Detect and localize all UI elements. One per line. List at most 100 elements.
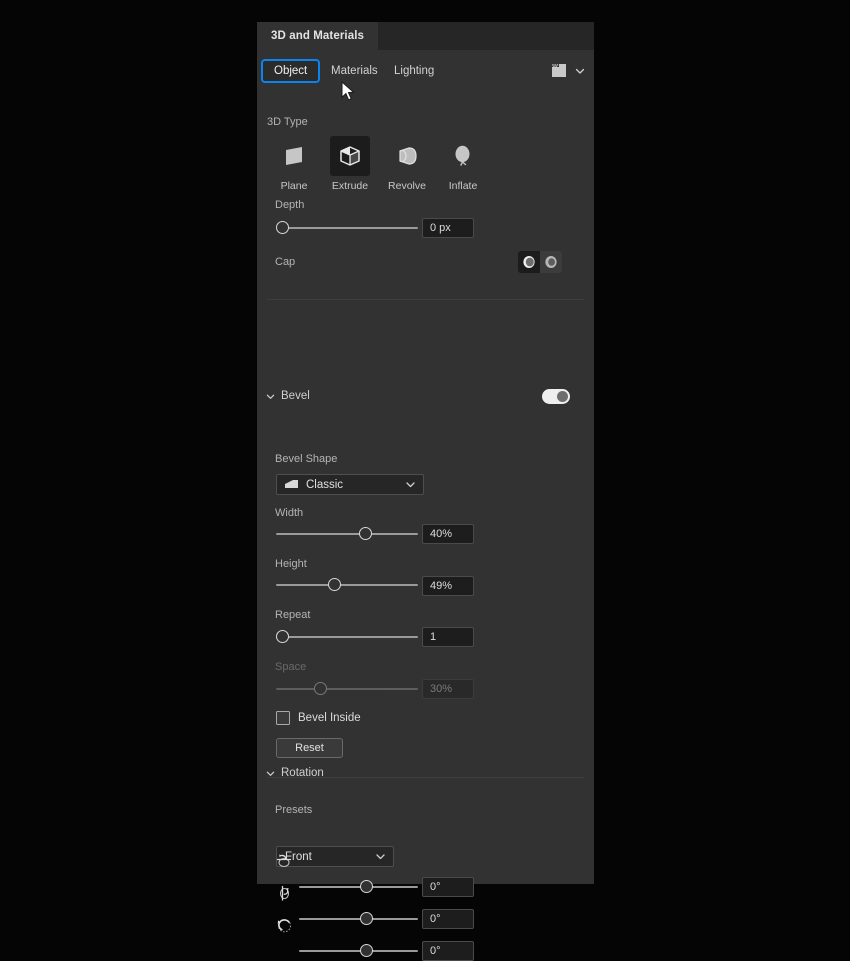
depth-slider-knob[interactable]	[276, 221, 289, 234]
3d-type-plane-button[interactable]	[274, 136, 314, 176]
rotation-z-value: 0°	[430, 945, 441, 957]
cap-hollow-button[interactable]	[540, 251, 562, 273]
tab-materials[interactable]: Materials	[327, 60, 382, 82]
bevel-repeat-label: Repeat	[275, 609, 311, 621]
cap-solid-icon	[523, 256, 535, 268]
rotation-y-value: 0°	[430, 913, 441, 925]
chevron-down-icon	[375, 851, 386, 862]
bevel-height-label: Height	[275, 558, 307, 570]
bevel-width-value: 40%	[430, 528, 453, 540]
bevel-shape-label: Bevel Shape	[275, 453, 338, 465]
bevel-width-label: Width	[275, 507, 304, 519]
rotation-z-input[interactable]: 0°	[422, 941, 474, 961]
bevel-shape-value: Classic	[306, 478, 344, 491]
cap-solid-button[interactable]	[518, 251, 540, 273]
bevel-title: Bevel	[281, 390, 310, 402]
bevel-inside-checkbox[interactable]	[276, 711, 290, 725]
rotation-x-value: 0°	[430, 881, 441, 893]
chevron-down-icon	[405, 479, 416, 490]
bevel-height-input[interactable]: 49%	[422, 576, 474, 596]
cap-button-group	[518, 251, 562, 273]
chevron-down-icon	[266, 771, 275, 776]
tab-lighting-label: Lighting	[394, 65, 435, 77]
rotation-z-slider-knob[interactable]	[360, 944, 373, 957]
revolve-icon	[399, 147, 417, 165]
rotation-x-input[interactable]: 0°	[422, 877, 474, 897]
depth-value-input[interactable]: 0 px	[422, 218, 474, 238]
bevel-space-slider	[276, 682, 418, 696]
rotation-y-slider-track	[299, 918, 418, 920]
bevel-height-slider-track	[276, 584, 418, 586]
rotation-presets-label: Presets	[275, 804, 313, 816]
rotation-y-input[interactable]: 0°	[422, 909, 474, 929]
rotation-z-slider[interactable]	[299, 944, 418, 958]
rotate-z-icon	[277, 919, 292, 933]
tab-materials-label: Materials	[331, 65, 378, 77]
3d-type-inflate-button[interactable]	[443, 136, 483, 176]
extrude-icon	[340, 146, 360, 166]
bevel-height-slider-knob[interactable]	[328, 578, 341, 591]
bevel-width-input[interactable]: 40%	[422, 524, 474, 544]
subtab-bar: Object Materials Lighting	[257, 50, 594, 90]
divider-object-bevel	[267, 299, 584, 300]
rotate-y-icon	[279, 885, 290, 901]
bevel-space-input: 30%	[422, 679, 474, 699]
rotation-x-slider-knob[interactable]	[360, 880, 373, 893]
rotation-x-slider[interactable]	[299, 880, 418, 894]
panel-tabbar: 3D and Materials	[257, 22, 594, 50]
bevel-space-slider-track	[276, 688, 418, 690]
bevel-height-value: 49%	[430, 580, 453, 592]
render-settings-control[interactable]	[550, 62, 586, 79]
rotation-z-slider-track	[299, 950, 418, 952]
bevel-reset-label: Reset	[295, 742, 324, 754]
bevel-space-label: Space	[275, 661, 307, 673]
panel-tab-3d-and-materials[interactable]: 3D and Materials	[257, 22, 378, 50]
depth-label: Depth	[275, 199, 305, 211]
tab-lighting[interactable]: Lighting	[390, 60, 438, 82]
depth-value-text: 0 px	[430, 222, 451, 234]
rotation-section-header[interactable]: Rotation	[266, 767, 324, 779]
depth-slider[interactable]	[276, 221, 418, 235]
depth-slider-track	[276, 227, 418, 229]
3d-type-extrude-button[interactable]	[330, 136, 370, 176]
bevel-space-value: 30%	[430, 683, 453, 695]
tab-object[interactable]: Object	[261, 59, 321, 83]
bevel-classic-icon	[284, 479, 299, 490]
inflate-icon	[455, 145, 470, 166]
bevel-width-slider-knob[interactable]	[359, 527, 372, 540]
tab-object-label: Object	[274, 65, 308, 77]
bevel-shape-select[interactable]: Classic	[276, 474, 424, 495]
bevel-width-slider-track	[276, 533, 418, 535]
bevel-repeat-input[interactable]: 1	[422, 627, 474, 647]
bevel-enable-toggle[interactable]	[542, 389, 570, 404]
bevel-inside-checkbox-row[interactable]: Bevel Inside	[276, 711, 361, 725]
rotate-x-icon	[276, 854, 292, 868]
bevel-width-slider[interactable]	[276, 527, 418, 541]
chevron-down-icon	[266, 394, 275, 399]
bevel-repeat-slider[interactable]	[276, 630, 418, 644]
render-settings-icon	[552, 64, 566, 77]
cap-hollow-icon	[545, 256, 557, 268]
bevel-repeat-slider-knob[interactable]	[276, 630, 289, 643]
bevel-inside-label: Bevel Inside	[298, 712, 361, 724]
bevel-space-slider-knob	[314, 682, 327, 695]
rotation-title: Rotation	[281, 767, 324, 779]
bevel-repeat-slider-track	[276, 636, 418, 638]
chevron-down-icon	[575, 68, 585, 74]
panel-tab-label: 3D and Materials	[271, 30, 364, 42]
3d-type-inflate-label: Inflate	[448, 180, 478, 192]
rotation-y-slider-knob[interactable]	[360, 912, 373, 925]
cap-label: Cap	[275, 256, 296, 268]
bevel-repeat-value: 1	[430, 631, 437, 643]
plane-icon	[286, 147, 302, 165]
bevel-enable-toggle-knob	[557, 391, 568, 402]
3d-and-materials-panel: 3D and Materials Object Materials Lighti…	[257, 22, 594, 961]
bevel-section-header[interactable]: Bevel	[266, 390, 310, 402]
3d-type-revolve-button[interactable]	[387, 136, 427, 176]
rotation-preset-value: Front	[285, 850, 312, 863]
rotation-y-slider[interactable]	[299, 912, 418, 926]
rotation-x-slider-track	[299, 886, 418, 888]
bevel-height-slider[interactable]	[276, 578, 418, 592]
bevel-reset-button[interactable]: Reset	[276, 738, 343, 758]
3d-type-label: 3D Type	[267, 116, 308, 128]
